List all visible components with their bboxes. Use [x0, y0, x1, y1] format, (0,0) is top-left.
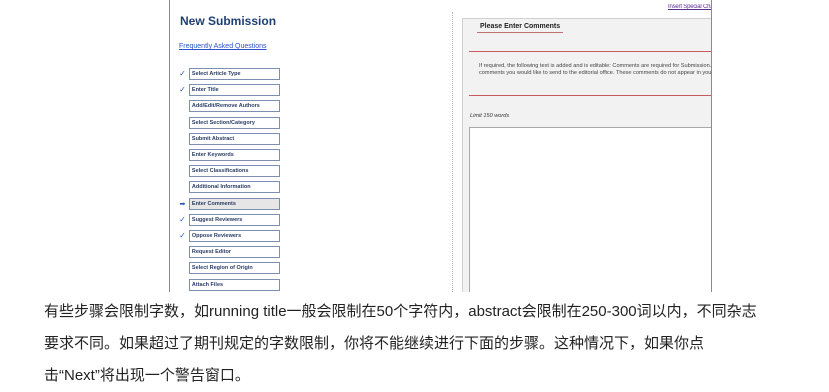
word-limit-label: Limit 150 words: [470, 113, 510, 119]
sidebar-step-label[interactable]: Select Article Type: [188, 68, 280, 81]
screenshot-panel: Insert Special Character New Submission …: [169, 0, 712, 292]
faq-link[interactable]: Frequently Asked Questions: [179, 43, 267, 50]
sidebar-step-label[interactable]: Enter Comments: [188, 197, 280, 210]
checkmark-icon: ✓: [179, 230, 186, 240]
sidebar-step[interactable]: ✓ Oppose Reviewers: [178, 228, 280, 244]
sidebar-step[interactable]: ➡ Enter Comments: [178, 196, 280, 212]
sidebar-step[interactable]: Select Section/Category: [178, 115, 280, 131]
sidebar-step-label[interactable]: Attach Files: [188, 278, 280, 291]
sidebar-step-label[interactable]: Suggest Reviewers: [188, 213, 280, 226]
sidebar-step[interactable]: Additional Information: [178, 179, 280, 195]
sidebar-step-label[interactable]: Enter Title: [188, 84, 280, 97]
submission-steps: ✓ Select Article Type ✓ Enter Title Add/Edit…: [178, 66, 280, 292]
sidebar-step-label[interactable]: Enter Keywords: [188, 149, 280, 162]
sidebar-step-label[interactable]: Request Editor: [188, 246, 280, 259]
sidebar-step[interactable]: Request Editor: [178, 244, 280, 260]
checkmark-icon: ✓: [179, 69, 186, 79]
sidebar-step-label[interactable]: Oppose Reviewers: [188, 229, 280, 242]
checkmark-icon: ✓: [179, 85, 186, 95]
sidebar-title: New Submission: [180, 14, 277, 28]
sidebar-step[interactable]: Submit Abstract: [178, 131, 280, 147]
sidebar-step-label[interactable]: Add/Edit/Remove Authors: [188, 100, 280, 113]
sidebar-step[interactable]: ✓ Suggest Reviewers: [178, 212, 280, 228]
sidebar-step-label[interactable]: Select Region of Origin: [188, 262, 280, 275]
sidebar-step[interactable]: Select Classifications: [178, 163, 280, 179]
comments-section: Please Enter Comments If required, the f…: [462, 18, 712, 292]
sidebar-step-label[interactable]: Additional Information: [188, 181, 280, 194]
sidebar-step[interactable]: ✓ Select Article Type: [178, 66, 280, 82]
caption-line-2: 要求不同。如果超过了期刊规定的字数限制，你将不能继续进行下面的步骤。这种情况下，…: [44, 335, 705, 352]
sidebar-step[interactable]: ✓ Enter Title: [178, 82, 280, 98]
comments-textarea[interactable]: [469, 127, 711, 292]
sidebar-step-label[interactable]: Submit Abstract: [188, 132, 280, 145]
top-rule: [469, 51, 711, 52]
caption: 有些步骤会限制字数，如running title一般会限制在50个字符内，abs…: [44, 296, 829, 392]
sidebar-divider: [452, 12, 453, 292]
sidebar-step[interactable]: Add/Edit/Remove Authors: [178, 98, 280, 114]
caption-line-1: 有些步骤会限制字数，如running title一般会限制在50个字符内，abs…: [44, 303, 757, 320]
section-title: Please Enter Comments: [477, 23, 564, 33]
arrow-right-icon: ➡: [179, 200, 186, 208]
sidebar-step[interactable]: Select Region of Origin: [178, 260, 280, 276]
bottom-rule: [469, 95, 711, 96]
caption-line-3: 击“Next”将出现一个警告窗口。: [44, 367, 250, 384]
sidebar-step-label[interactable]: Select Classifications: [188, 165, 280, 178]
instructions-text: If required, the following text is added…: [479, 63, 712, 76]
sidebar-step-label[interactable]: Select Section/Category: [188, 116, 280, 129]
special-character-link[interactable]: Insert Special Character: [668, 4, 711, 12]
sidebar-step[interactable]: Enter Keywords: [178, 147, 280, 163]
sidebar-step[interactable]: Attach Files: [178, 276, 280, 292]
checkmark-icon: ✓: [179, 214, 186, 224]
